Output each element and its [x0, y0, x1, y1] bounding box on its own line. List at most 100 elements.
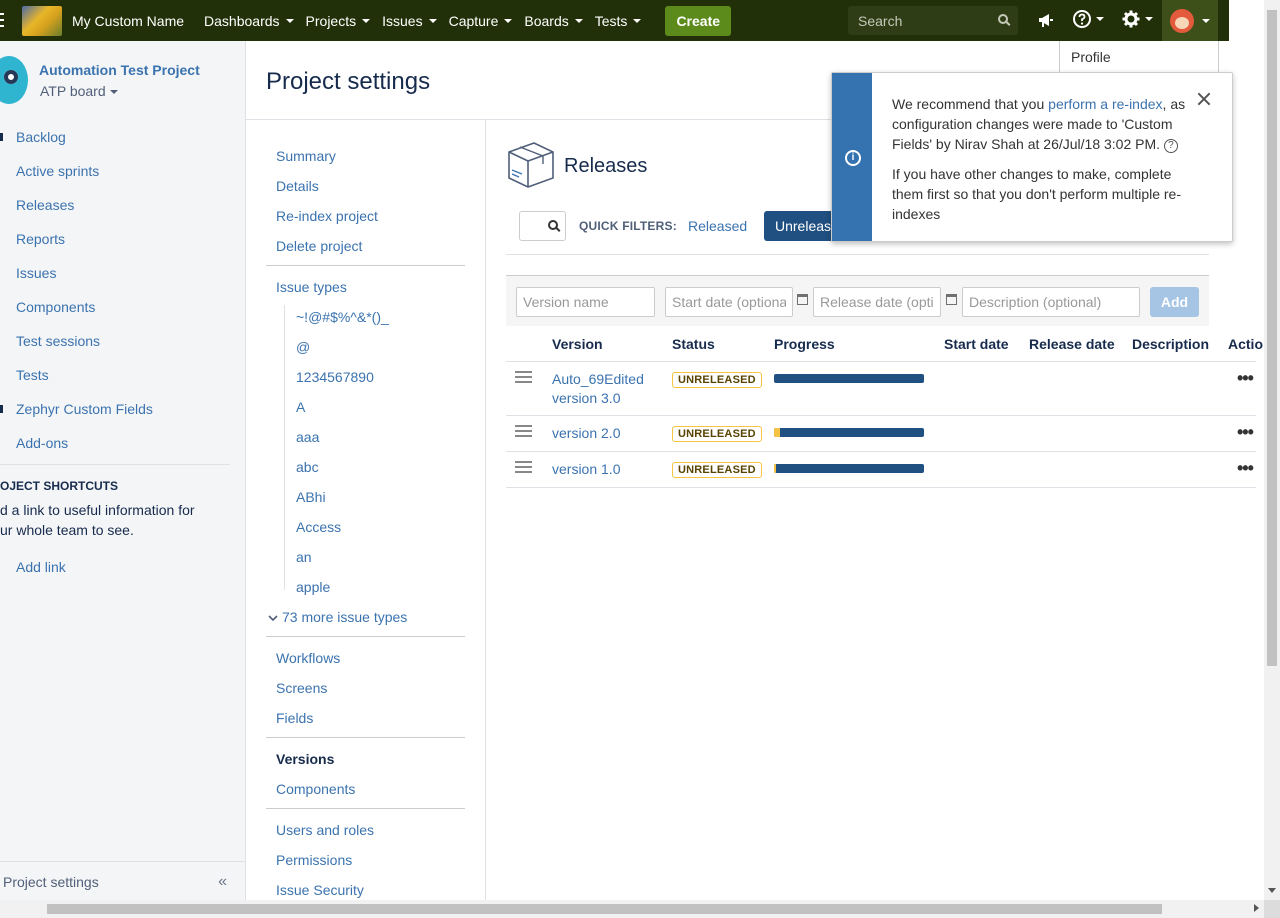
- issue-type-item[interactable]: ABhi: [296, 489, 326, 505]
- issue-type-item[interactable]: 1234567890: [296, 369, 374, 385]
- scroll-down-arrow-icon[interactable]: [1268, 888, 1276, 893]
- settings-nav-delete-project[interactable]: Delete project: [276, 238, 362, 254]
- version-link[interactable]: version 2.0: [552, 424, 662, 443]
- nav-projects-menu[interactable]: Projects: [306, 13, 371, 29]
- issue-type-item[interactable]: apple: [296, 579, 330, 595]
- chevron-down-icon: [428, 18, 437, 23]
- horizontal-scrollbar-thumb[interactable]: [47, 904, 1162, 914]
- nav-capture-menu[interactable]: Capture: [449, 13, 513, 29]
- settings-nav-summary[interactable]: Summary: [276, 148, 336, 164]
- sidebar-item-backlog[interactable]: Backlog: [16, 129, 66, 145]
- drag-handle-icon[interactable]: [515, 461, 532, 473]
- more-actions-icon[interactable]: •••: [1237, 422, 1254, 443]
- settings-nav-reindex[interactable]: Re-index project: [276, 208, 378, 224]
- site-logo[interactable]: [22, 5, 62, 36]
- nav-dashboards-menu[interactable]: Dashboards: [204, 13, 294, 29]
- description-input[interactable]: [962, 287, 1140, 317]
- release-date-input[interactable]: [813, 287, 941, 317]
- drag-handle-icon[interactable]: [515, 371, 532, 383]
- settings-navigation: Summary Details Re-index project Delete …: [246, 120, 486, 918]
- flag-paragraph-1: We recommend that you perform a re-index…: [892, 94, 1202, 154]
- filter-released-button[interactable]: Released: [688, 218, 747, 234]
- table-row-divider: [506, 415, 1256, 416]
- releases-divider: [506, 254, 1209, 255]
- help-menu[interactable]: [1073, 10, 1104, 28]
- create-button[interactable]: Create: [665, 5, 732, 36]
- issue-type-item[interactable]: abc: [296, 459, 319, 475]
- issue-type-item[interactable]: A: [296, 399, 305, 415]
- close-icon[interactable]: [1196, 91, 1212, 107]
- sidebar-item-tests[interactable]: Tests: [16, 367, 49, 383]
- settings-nav-permissions[interactable]: Permissions: [276, 852, 352, 868]
- sidebar-item-zephyr-custom-fields[interactable]: Zephyr Custom Fields: [16, 401, 153, 417]
- sidebar-item-issues[interactable]: Issues: [16, 265, 56, 281]
- start-date-input[interactable]: [665, 287, 793, 317]
- progress-bar[interactable]: [774, 464, 924, 473]
- settings-nav-divider: [266, 265, 465, 266]
- project-avatar[interactable]: [0, 56, 28, 104]
- progress-bar[interactable]: [774, 428, 924, 437]
- site-title[interactable]: My Custom Name: [72, 13, 184, 29]
- profile-menu-item[interactable]: Profile: [1059, 41, 1219, 75]
- board-selector[interactable]: ATP board: [40, 83, 118, 99]
- page-title: Project settings: [266, 68, 431, 95]
- settings-nav-details[interactable]: Details: [276, 178, 319, 194]
- more-issue-types-toggle[interactable]: 73 more issue types: [268, 609, 407, 625]
- drag-handle-icon[interactable]: [515, 425, 532, 437]
- chevron-down-icon: [574, 18, 583, 23]
- sidebar-item-components[interactable]: Components: [16, 299, 95, 315]
- version-link[interactable]: Auto_69Edited version 3.0: [552, 370, 662, 408]
- version-name-input[interactable]: [516, 287, 655, 317]
- settings-nav-screens[interactable]: Screens: [276, 680, 327, 696]
- settings-nav-workflows[interactable]: Workflows: [276, 650, 340, 666]
- calendar-icon[interactable]: [946, 294, 957, 305]
- version-link[interactable]: version 1.0: [552, 460, 662, 479]
- settings-nav-components[interactable]: Components: [276, 781, 355, 797]
- sidebar-item-active-sprints[interactable]: Active sprints: [16, 163, 99, 179]
- megaphone-icon[interactable]: [1037, 11, 1055, 29]
- settings-nav-fields[interactable]: Fields: [276, 710, 313, 726]
- status-badge: UNRELEASED: [672, 426, 762, 442]
- vertical-scrollbar-thumb[interactable]: [1267, 10, 1277, 666]
- filter-unreleased-button[interactable]: Unreleased: [764, 211, 836, 241]
- add-version-button[interactable]: Add: [1150, 287, 1199, 317]
- sidebar-item-test-sessions[interactable]: Test sessions: [16, 333, 100, 349]
- horizontal-scrollbar[interactable]: [0, 900, 1264, 918]
- issue-type-item[interactable]: @: [296, 339, 310, 355]
- issue-type-item[interactable]: ~!@#$%^&*()_: [296, 309, 389, 325]
- sidebar-item-reports[interactable]: Reports: [16, 231, 65, 247]
- nav-tests-label: Tests: [594, 12, 628, 29]
- search-input[interactable]: Search: [848, 6, 1018, 35]
- add-link-button[interactable]: Add link: [16, 559, 66, 575]
- vertical-scrollbar[interactable]: [1264, 0, 1280, 900]
- issue-type-item[interactable]: an: [296, 549, 312, 565]
- scroll-right-arrow-icon[interactable]: [1254, 904, 1259, 912]
- more-actions-icon[interactable]: •••: [1237, 458, 1254, 479]
- nav-projects-label: Projects: [305, 12, 357, 29]
- help-icon[interactable]: ?: [1163, 139, 1178, 153]
- nav-issues-menu[interactable]: Issues: [382, 13, 437, 29]
- settings-nav-issue-types[interactable]: Issue types: [276, 279, 347, 295]
- version-search-input[interactable]: [519, 211, 566, 241]
- more-actions-icon[interactable]: •••: [1237, 368, 1254, 389]
- settings-nav-users-and-roles[interactable]: Users and roles: [276, 822, 374, 838]
- settings-nav-issue-security[interactable]: Issue Security: [276, 882, 364, 898]
- sidebar-item-add-ons[interactable]: Add-ons: [16, 435, 68, 451]
- issue-type-item[interactable]: aaa: [296, 429, 319, 445]
- nav-tests-menu[interactable]: Tests: [595, 13, 642, 29]
- nav-boards-menu[interactable]: Boards: [524, 13, 583, 29]
- sidebar-item-releases[interactable]: Releases: [16, 197, 74, 213]
- admin-menu[interactable]: [1122, 10, 1153, 28]
- sidebar-footer-label[interactable]: Project settings: [3, 874, 99, 890]
- user-profile-menu[interactable]: [1162, 0, 1218, 41]
- table-row-divider: [506, 451, 1256, 452]
- progress-bar[interactable]: [774, 374, 924, 383]
- issue-type-item[interactable]: Access: [296, 519, 341, 535]
- chevron-down-icon: [268, 615, 278, 622]
- app-switcher-icon[interactable]: [0, 13, 4, 27]
- calendar-icon[interactable]: [797, 294, 808, 305]
- settings-nav-versions[interactable]: Versions: [276, 751, 334, 767]
- collapse-sidebar-icon[interactable]: «: [218, 873, 227, 891]
- perform-reindex-link[interactable]: perform a re-index: [1048, 96, 1162, 112]
- project-name-link[interactable]: Automation Test Project: [39, 62, 200, 78]
